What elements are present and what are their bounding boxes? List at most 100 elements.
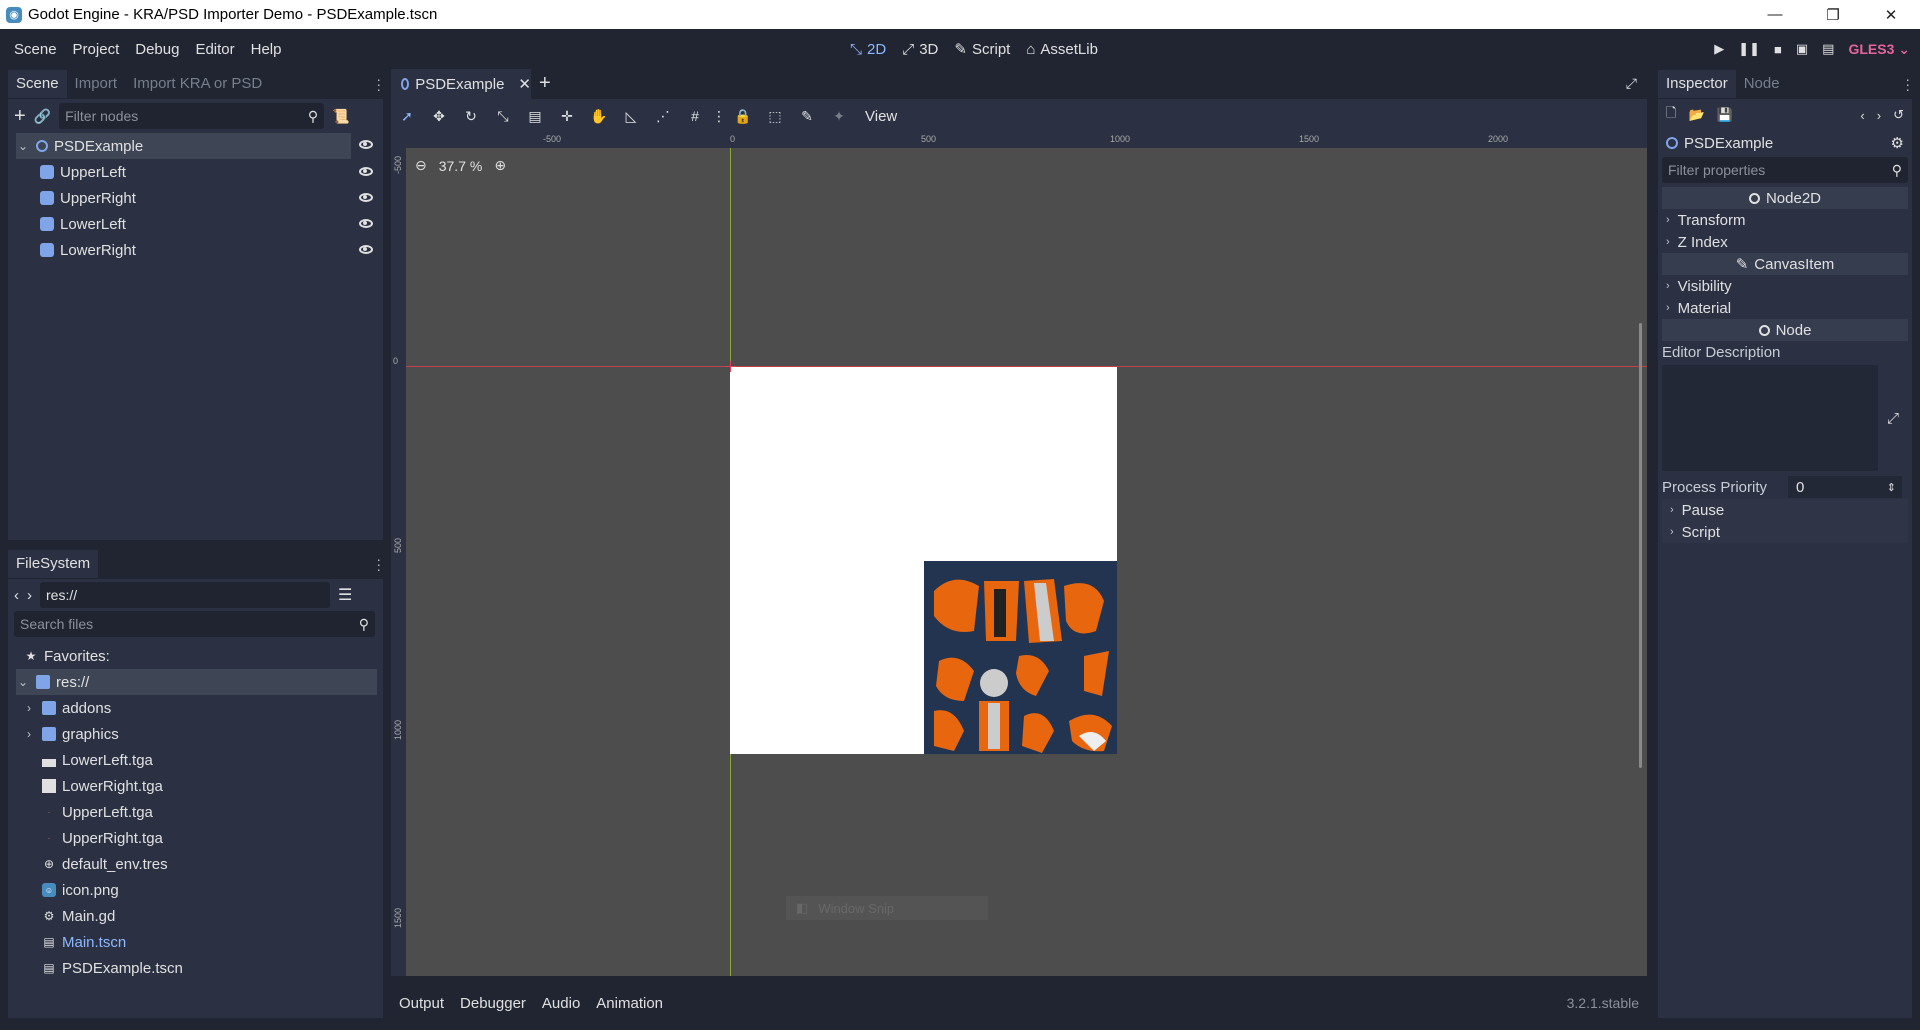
pause-icon[interactable]: ❚❚ — [1738, 41, 1760, 57]
play-scene-icon[interactable]: ▣ — [1796, 41, 1808, 57]
visibility-eye-icon[interactable] — [359, 193, 373, 202]
file-row-graphics[interactable]: › graphics — [16, 721, 377, 747]
zoom-out-icon[interactable]: ⊖ — [415, 157, 427, 174]
menu-debug[interactable]: Debug — [127, 41, 187, 58]
tab-filesystem[interactable]: FileSystem — [8, 550, 99, 578]
tree-node-upperleft[interactable]: UpperLeft — [16, 159, 383, 185]
tab-scene[interactable]: Scene — [8, 70, 67, 98]
snap-options-icon[interactable]: ⋮ — [711, 108, 727, 125]
scene-dock-menu-icon[interactable]: · · · — [376, 72, 381, 96]
restore-button[interactable]: ❐ — [1804, 0, 1862, 29]
pivot-tool-icon[interactable]: ✛ — [551, 108, 583, 125]
tree-node-upperright[interactable]: UpperRight — [16, 185, 383, 211]
process-priority-spinbox[interactable]: 0 ⇕ — [1788, 476, 1902, 498]
file-row-main-gd[interactable]: ⚙ Main.gd — [16, 903, 377, 929]
minimize-button[interactable]: — — [1746, 0, 1804, 29]
rotate-tool-icon[interactable]: ↻ — [455, 108, 487, 125]
stop-icon[interactable]: ■ — [1774, 42, 1782, 57]
new-resource-icon[interactable]: 🗋 — [1666, 104, 1676, 126]
favorites-row[interactable]: ★ Favorites: — [16, 643, 377, 669]
scale-tool-icon[interactable]: ⤡ — [487, 108, 519, 125]
menu-editor[interactable]: Editor — [187, 41, 242, 58]
canvas-viewport[interactable]: -500 0 500 1000 1500 2000 -500 0 500 100… — [391, 133, 1647, 976]
file-row-upperright-tga[interactable]: · UpperRight.tga — [16, 825, 377, 851]
tab-output[interactable]: Output — [391, 995, 452, 1012]
tab-debugger[interactable]: Debugger — [452, 995, 534, 1012]
path-field[interactable]: res:// — [40, 582, 330, 608]
visibility-eye-icon[interactable] — [359, 167, 373, 176]
workspace-2d-button[interactable]: ⤡ 2D — [850, 41, 886, 58]
zoom-level[interactable]: 37.7 % — [439, 158, 483, 174]
spinner-arrows-icon[interactable]: ⇕ — [1887, 481, 1896, 494]
play-custom-scene-icon[interactable]: ▤ — [1822, 41, 1834, 57]
file-row-addons[interactable]: › addons — [16, 695, 377, 721]
play-icon[interactable]: ▶ — [1714, 41, 1724, 57]
lowerright-sprite-texture[interactable] — [924, 561, 1117, 754]
visibility-eye-icon[interactable] — [359, 219, 373, 228]
file-row-default-env[interactable]: ⊕ default_env.tres — [16, 851, 377, 877]
expand-arrow-icon[interactable]: › — [22, 727, 36, 741]
object-properties-menu-icon[interactable]: ⚙ — [1891, 134, 1904, 152]
tab-import[interactable]: Import — [67, 70, 126, 98]
camera-override-icon[interactable]: ✦ — [823, 108, 855, 125]
workspace-assetlib-button[interactable]: ⌂ AssetLib — [1026, 41, 1098, 58]
visibility-eye-icon[interactable] — [359, 140, 373, 149]
tab-import-kra-psd[interactable]: Import KRA or PSD — [125, 70, 270, 98]
property-visibility[interactable]: › Visibility — [1658, 275, 1912, 297]
list-select-icon[interactable]: ▤ — [519, 108, 551, 125]
file-row-upperleft-tga[interactable]: · UpperLeft.tga — [16, 799, 377, 825]
select-tool-icon[interactable]: ➚ — [391, 108, 423, 125]
viewport-scrollbar[interactable] — [1639, 323, 1642, 768]
add-node-icon[interactable]: + — [14, 105, 26, 128]
property-material[interactable]: › Material — [1658, 297, 1912, 319]
distraction-free-icon[interactable]: ⤢ — [1626, 75, 1637, 92]
inspector-dock-menu-icon[interactable]: · · · — [1905, 72, 1910, 96]
tab-animation[interactable]: Animation — [588, 995, 671, 1012]
property-z-index[interactable]: › Z Index — [1658, 231, 1912, 253]
visibility-eye-icon[interactable] — [359, 245, 373, 254]
collapse-arrow-icon[interactable]: ⌄ — [16, 139, 30, 153]
property-pause[interactable]: › Pause — [1662, 499, 1908, 521]
search-files-input[interactable]: Search files ⚲ — [14, 611, 375, 637]
history-back-icon[interactable]: ‹ — [1860, 108, 1864, 123]
filesystem-dock-menu-icon[interactable]: · · · — [376, 552, 381, 576]
tab-audio[interactable]: Audio — [534, 995, 588, 1012]
grid-snap-icon[interactable]: # — [679, 108, 711, 124]
save-resource-icon[interactable]: 💾 — [1717, 107, 1733, 123]
workspace-script-button[interactable]: ✎ Script — [954, 40, 1010, 59]
file-row-psdexample-tscn[interactable]: ▤ PSDExample.tscn — [16, 955, 377, 981]
close-tab-icon[interactable]: ✕ — [518, 75, 531, 93]
file-row-lowerleft-tga[interactable]: LowerLeft.tga — [16, 747, 377, 773]
history-forward-icon[interactable]: › — [1877, 108, 1881, 123]
expand-editor-icon[interactable]: ⤢ — [1878, 365, 1908, 471]
smart-snap-icon[interactable]: ⋰ — [647, 108, 679, 125]
tab-node[interactable]: Node — [1736, 70, 1788, 98]
scene-tab-psdexample[interactable]: PSDExample ✕ — [391, 69, 531, 99]
collapse-arrow-icon[interactable]: ⌄ — [16, 675, 30, 689]
ruler-tool-icon[interactable]: ◺ — [615, 108, 647, 125]
file-row-lowerright-tga[interactable]: LowerRight.tga — [16, 773, 377, 799]
zoom-in-icon[interactable]: ⊕ — [494, 157, 506, 174]
file-row-icon-png[interactable]: ☺ icon.png — [16, 877, 377, 903]
renderer-select[interactable]: GLES3 ⌄ — [1848, 41, 1910, 58]
menu-scene[interactable]: Scene — [6, 41, 65, 58]
tab-inspector[interactable]: Inspector — [1658, 70, 1736, 98]
property-transform[interactable]: › Transform — [1658, 209, 1912, 231]
instance-scene-icon[interactable]: 🔗 — [34, 108, 51, 125]
view-menu[interactable]: View — [865, 108, 897, 125]
workspace-3d-button[interactable]: ⤢ 3D — [902, 41, 938, 58]
attach-script-icon[interactable]: 📜 — [332, 108, 349, 125]
group-icon[interactable]: ⬚ — [759, 108, 791, 125]
new-scene-tab-icon[interactable]: + — [539, 72, 551, 95]
open-resource-icon[interactable]: 📂 — [1688, 107, 1704, 123]
lock-icon[interactable]: 🔒 — [727, 108, 759, 125]
tree-node-psdexample[interactable]: ⌄ PSDExample — [16, 133, 351, 159]
file-row-main-tscn[interactable]: ▤ Main.tscn — [16, 929, 377, 955]
back-icon[interactable]: ‹ — [14, 587, 19, 604]
menu-project[interactable]: Project — [65, 41, 128, 58]
tree-node-lowerleft[interactable]: LowerLeft — [16, 211, 383, 237]
move-tool-icon[interactable]: ✥ — [423, 108, 455, 125]
split-view-icon[interactable]: ☰ — [338, 585, 352, 605]
history-icon[interactable]: ↺ — [1893, 107, 1904, 123]
res-root-row[interactable]: ⌄ res:// — [16, 669, 377, 695]
